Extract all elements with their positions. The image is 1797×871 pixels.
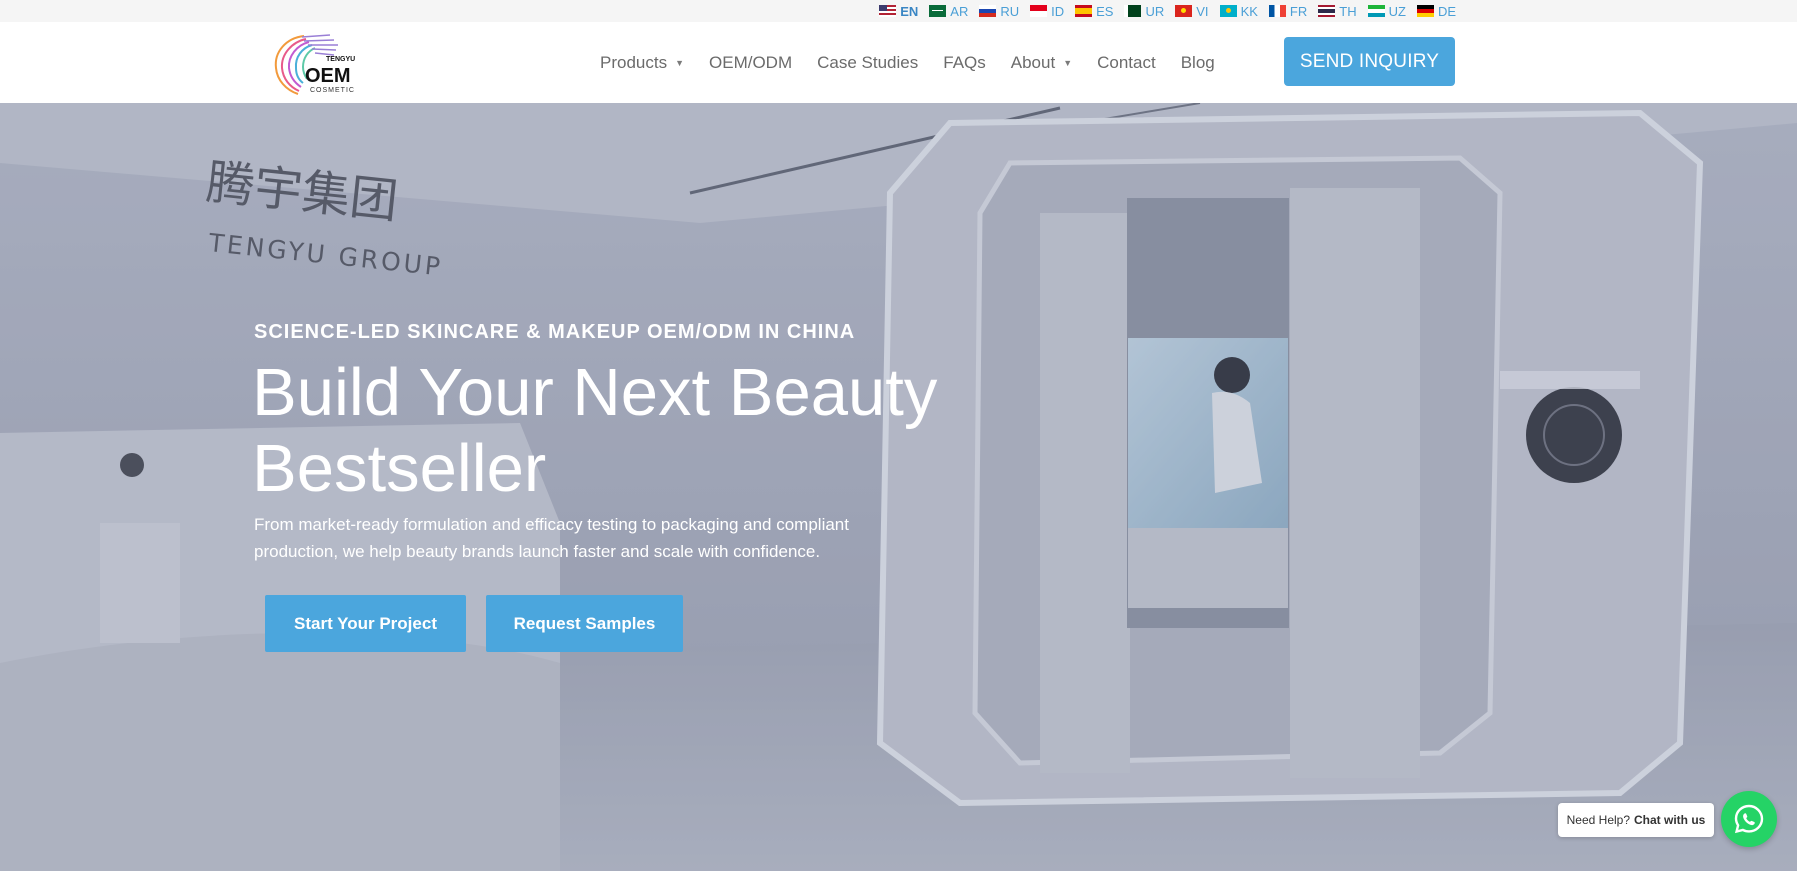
language-code: EN xyxy=(900,3,919,19)
vn-flag-icon xyxy=(1175,5,1193,17)
language-option-kk[interactable]: KK xyxy=(1219,3,1258,19)
pk-flag-icon xyxy=(1124,5,1142,17)
es-flag-icon xyxy=(1075,5,1093,17)
main-nav: Products ▼ OEM/ODM Case Studies FAQs Abou… xyxy=(600,22,1240,103)
hero-headline: Build Your Next Beauty Bestseller xyxy=(252,355,938,506)
language-option-fr[interactable]: FR xyxy=(1268,3,1308,19)
nav-oem-odm-label: OEM/ODM xyxy=(709,52,793,72)
language-code: UZ xyxy=(1388,3,1406,19)
language-code: TH xyxy=(1339,3,1357,19)
nav-blog-label: Blog xyxy=(1180,52,1215,72)
site-header: TENGYU OEM COSMETIC Products ▼ OEM/ODM Ca… xyxy=(0,22,1797,103)
sa-flag-icon xyxy=(929,5,947,17)
language-option-uz[interactable]: UZ xyxy=(1367,3,1406,19)
language-code: DE xyxy=(1437,3,1456,19)
language-list: EN AR RU ID ES UR VI KK FR TH UZ DE xyxy=(879,0,1456,22)
hero-eyebrow: SCIENCE-LED SKINCARE & MAKEUP OEM/ODM IN… xyxy=(254,321,856,343)
whatsapp-chat-button[interactable] xyxy=(1721,791,1777,847)
whatsapp-icon xyxy=(1734,804,1764,834)
nav-faqs[interactable]: FAQs xyxy=(943,53,986,73)
language-option-ur[interactable]: UR xyxy=(1124,4,1164,19)
nav-products[interactable]: Products ▼ xyxy=(600,53,684,73)
language-option-vi[interactable]: VI xyxy=(1175,3,1209,19)
language-code: RU xyxy=(1000,3,1020,19)
nav-contact[interactable]: Contact xyxy=(1097,53,1156,73)
language-option-de[interactable]: DE xyxy=(1416,3,1456,19)
svg-text:COSMETIC: COSMETIC xyxy=(310,87,355,94)
chat-action: Chat with us xyxy=(1634,813,1706,827)
nav-blog[interactable]: Blog xyxy=(1181,53,1215,73)
language-option-es[interactable]: ES xyxy=(1075,4,1113,19)
language-option-ar[interactable]: AR xyxy=(929,4,968,19)
th-flag-icon xyxy=(1318,5,1336,17)
nav-about-label: About xyxy=(1010,52,1056,72)
nav-products-label: Products xyxy=(600,52,668,72)
chevron-down-icon: ▼ xyxy=(675,57,685,68)
ru-flag-icon xyxy=(979,5,997,17)
nav-about[interactable]: About ▼ xyxy=(1011,53,1072,73)
language-code: UR xyxy=(1145,3,1165,19)
svg-text:OEM: OEM xyxy=(305,65,351,87)
uz-flag-icon xyxy=(1367,5,1385,17)
kz-flag-icon xyxy=(1219,5,1237,17)
send-inquiry-button[interactable]: SEND INQUIRY xyxy=(1284,37,1455,86)
id-flag-icon xyxy=(1030,5,1048,17)
nav-case-studies[interactable]: Case Studies xyxy=(817,53,918,73)
hero-subtext: From market-ready formulation and effica… xyxy=(254,515,849,561)
language-option-th[interactable]: TH xyxy=(1318,3,1357,19)
request-samples-button[interactable]: Request Samples xyxy=(486,595,683,652)
language-code: AR xyxy=(950,3,969,19)
language-option-ru[interactable]: RU xyxy=(979,4,1019,19)
us-flag-icon xyxy=(879,5,897,17)
language-option-id[interactable]: ID xyxy=(1030,4,1064,19)
nav-contact-label: Contact xyxy=(1097,52,1156,72)
brand-logo[interactable]: TENGYU OEM COSMETIC xyxy=(268,30,364,96)
nav-case-studies-label: Case Studies xyxy=(817,52,919,72)
hero-section: 腾宇集团 TENGYU GROUP SCIENCE-LED SKINCARE &… xyxy=(0,103,1797,871)
logo-globe-icon: TENGYU OEM COSMETIC xyxy=(274,34,355,95)
chevron-down-icon: ▼ xyxy=(1063,57,1073,68)
language-code: KK xyxy=(1240,3,1258,19)
language-code: ID xyxy=(1051,3,1065,19)
chat-prefix: Need Help? xyxy=(1566,813,1631,827)
chat-help-label[interactable]: Need Help? Chat with us xyxy=(1558,803,1714,837)
de-flag-icon xyxy=(1416,5,1434,17)
nav-oem-odm[interactable]: OEM/ODM xyxy=(709,53,792,73)
fr-flag-icon xyxy=(1268,5,1286,17)
language-option-en[interactable]: EN xyxy=(879,4,918,19)
language-code: FR xyxy=(1289,3,1308,19)
nav-faqs-label: FAQs xyxy=(943,52,986,72)
language-code: VI xyxy=(1196,3,1209,19)
svg-text:TENGYU: TENGYU xyxy=(326,56,355,63)
start-project-button[interactable]: Start Your Project xyxy=(265,595,466,652)
language-bar: EN AR RU ID ES UR VI KK FR TH UZ DE xyxy=(0,0,1797,22)
language-code: ES xyxy=(1096,3,1114,19)
